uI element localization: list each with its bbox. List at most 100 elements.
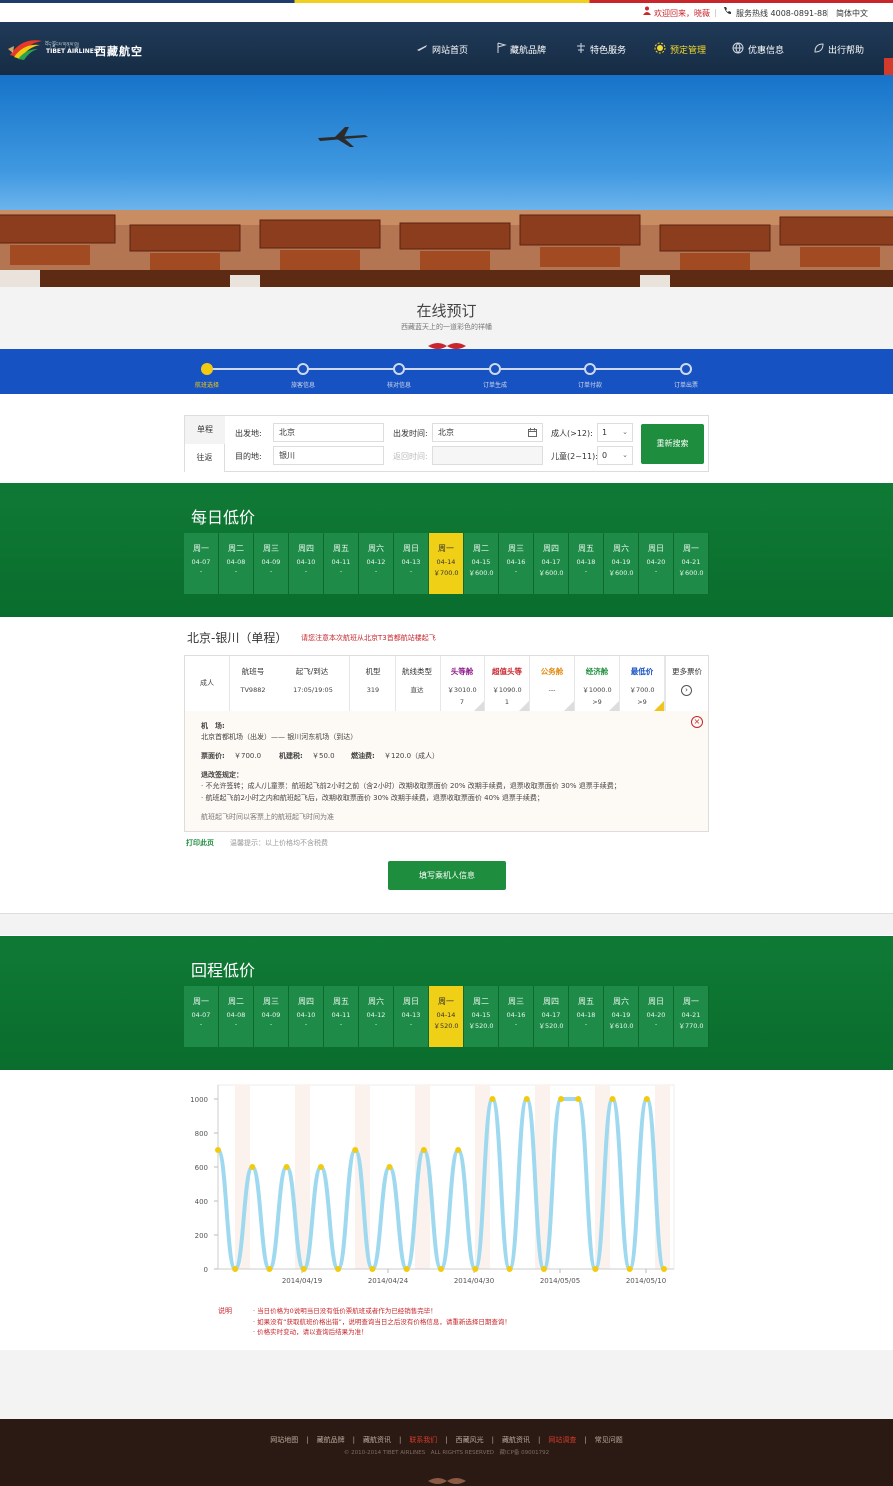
footer-link[interactable]: 西藏风光	[456, 1436, 484, 1444]
footer-link[interactable]: 网站地图	[270, 1436, 298, 1444]
price-trend-chart: 0 200 400 600 800 1000 2014/04/19 2014/04/24 201…	[190, 1084, 675, 1285]
date-cell[interactable]: 周一 04-07-	[184, 533, 219, 594]
nav-home[interactable]: 网站首页	[432, 43, 468, 56]
user-icon	[643, 6, 651, 15]
more-fares-link[interactable]: 更多票价	[665, 666, 709, 677]
date-cell[interactable]: 周二 04-15 ￥600.0	[464, 533, 499, 594]
phone-icon	[724, 7, 731, 14]
date-cell[interactable]: 周六 04-19 ￥600.0	[604, 533, 639, 594]
airport-label: 机 场:	[201, 722, 225, 730]
to-input[interactable]: 银川	[273, 446, 384, 465]
footer-link[interactable]: 常见问题	[595, 1436, 623, 1444]
aircraft-type: 319	[366, 686, 380, 694]
fare-price[interactable]: ￥1090.0	[485, 684, 529, 696]
date-cell[interactable]: 周一 04-07-	[184, 986, 219, 1047]
weekday-label: 周二	[473, 997, 489, 1006]
nav-booking-management[interactable]: 预定管理	[670, 43, 706, 56]
price-label: -	[374, 567, 378, 575]
step-label-ticket: 订单出票	[673, 382, 698, 389]
close-icon[interactable]: ×	[691, 716, 703, 728]
date-cell[interactable]: 周五 04-11-	[324, 533, 359, 594]
nav-promotions[interactable]: 优惠信息	[748, 43, 784, 56]
date-cell[interactable]: 周四 04-17 ￥600.0	[534, 533, 569, 594]
print-page-link[interactable]: 打印此页	[186, 838, 214, 848]
date-cell[interactable]: 周日 04-20-	[639, 986, 674, 1047]
copyright: © 2010-2014 TIBET AIRLINES ALL RIGHTS RE…	[343, 1450, 550, 1456]
step-label-payment: 订单付款	[577, 382, 602, 389]
data-point	[438, 1266, 444, 1272]
date-cell[interactable]: 周一 04-14 ￥700.0	[429, 533, 464, 594]
date-cell[interactable]: 周一 04-21 ￥770.0	[674, 986, 709, 1047]
child-count-select[interactable]: 0 ⌄	[597, 446, 633, 465]
price-label: -	[234, 1020, 238, 1028]
logo-icon[interactable]	[8, 35, 44, 61]
from-input[interactable]: 北京	[273, 423, 384, 442]
fare-price[interactable]: ￥700.0	[620, 684, 664, 696]
data-point	[540, 1266, 547, 1272]
data-point	[335, 1266, 342, 1272]
fill-passenger-button[interactable]: 填写乘机人信息	[388, 861, 506, 890]
price-label: -	[269, 567, 273, 575]
depart-date-input[interactable]: 北京	[432, 423, 543, 442]
date-cell[interactable]: 周四 04-17 ￥520.0	[534, 986, 569, 1047]
fare-class-label: 超值头等	[492, 667, 522, 676]
date-cell[interactable]: 周五 04-18-	[569, 986, 604, 1047]
date-cell[interactable]: 周二 04-08-	[219, 986, 254, 1047]
search-button[interactable]: 重新搜索	[641, 424, 704, 464]
date-cell[interactable]: 周六 04-12-	[359, 533, 394, 594]
flag-icon	[497, 42, 507, 53]
date-cell[interactable]: 周四 04-10-	[289, 533, 324, 594]
footer-link[interactable]: 藏航资讯	[502, 1436, 530, 1444]
date-cell[interactable]: 周三 04-16-	[499, 986, 534, 1047]
chevron-down-icon: ⌄	[622, 451, 628, 459]
date-cell[interactable]: 周日 04-13-	[394, 533, 429, 594]
airport-value: 北京首都机场（出发）—— 银川河东机场（到达）	[201, 733, 358, 741]
fare-class-label: 经济舱	[585, 667, 609, 676]
date-cell[interactable]: 周五 04-11-	[324, 986, 359, 1047]
nav-brand[interactable]: 藏航品牌	[510, 43, 546, 56]
fare-price[interactable]: ￥1000.0	[575, 684, 619, 696]
date-cell[interactable]: 周六 04-19 ￥610.0	[604, 986, 639, 1047]
language-switch[interactable]: 简体中文	[836, 8, 868, 19]
date-cell[interactable]: 周一 04-21 ￥600.0	[674, 533, 709, 594]
date-cell[interactable]: 周三 04-09-	[254, 986, 289, 1047]
footer-link[interactable]: 藏航资讯	[363, 1436, 391, 1444]
date-cell[interactable]: 周六 04-12-	[359, 986, 394, 1047]
divider: |	[584, 1436, 587, 1444]
flight-row[interactable]: 成人 航班号 TV9882 起飞/到达 17:05/19:05 机型 319 航…	[184, 655, 709, 712]
date-cell[interactable]: 周一 04-14 ￥520.0	[429, 986, 464, 1047]
nav-travel-help[interactable]: 出行帮助	[828, 43, 864, 56]
price-label: ￥520.0	[538, 1022, 564, 1030]
tab-round-trip[interactable]: 往返	[185, 444, 225, 472]
date-label: 04-13	[401, 1011, 421, 1019]
adult-count-select[interactable]: 1 ⌄	[597, 423, 633, 442]
date-cell[interactable]: 周三 04-09-	[254, 533, 289, 594]
x-tick-label: 2014/05/10	[626, 1277, 666, 1285]
divider: |	[306, 1436, 309, 1444]
date-cell[interactable]: 周二 04-15 ￥520.0	[464, 986, 499, 1047]
chevron-right-icon[interactable]: ›	[681, 685, 692, 696]
price-label: -	[584, 1020, 588, 1028]
date-cell[interactable]: 周四 04-10-	[289, 986, 324, 1047]
fare-price[interactable]: ---	[530, 684, 574, 696]
date-cell[interactable]: 周二 04-08-	[219, 533, 254, 594]
welcome-text[interactable]: 欢迎回来，晓薇	[654, 8, 710, 19]
corner-mark	[474, 701, 484, 711]
date-cell[interactable]: 周三 04-16-	[499, 533, 534, 594]
fare-price[interactable]: ￥3010.0	[440, 684, 484, 696]
date-label: 04-07	[191, 558, 211, 566]
date-cell[interactable]: 周日 04-13-	[394, 986, 429, 1047]
tab-one-way[interactable]: 单程	[185, 416, 225, 444]
footer-link[interactable]: 网站调查	[548, 1436, 576, 1444]
calendar-icon[interactable]	[528, 428, 537, 437]
footer-link[interactable]: 藏航品牌	[317, 1436, 345, 1444]
return-date-input[interactable]	[432, 446, 543, 465]
date-cell[interactable]: 周五 04-18-	[569, 533, 604, 594]
date-cell[interactable]: 周日 04-20-	[639, 533, 674, 594]
hero-banner	[0, 75, 893, 287]
footer-link[interactable]: 联系我们	[409, 1436, 437, 1444]
logo-chinese-text: 西藏航空	[95, 45, 143, 58]
hero-illustration	[0, 127, 893, 287]
data-point	[472, 1266, 479, 1272]
nav-services[interactable]: 特色服务	[590, 43, 626, 56]
